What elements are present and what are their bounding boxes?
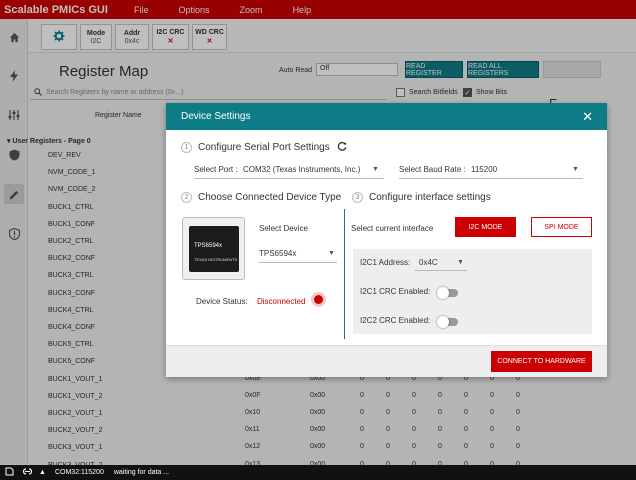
dialog-header: Device Settings ✕ (166, 103, 607, 130)
status-dot-core (314, 295, 323, 304)
device-status-value: Disconnected (257, 297, 306, 306)
field-underline (259, 262, 337, 263)
step-title: Configure Serial Port Settings (198, 142, 330, 153)
dialog-title: Device Settings (181, 111, 251, 122)
plug-icon[interactable] (22, 468, 33, 477)
chevron-up-icon[interactable]: ▲ (39, 469, 46, 476)
device-settings-dialog: Device Settings ✕ 1 Configure Serial Por… (166, 103, 607, 377)
close-icon[interactable]: ✕ (582, 109, 593, 125)
step-number: 1 (181, 142, 192, 153)
chip-brand: TEXAS INSTRUMENTS (194, 257, 238, 262)
i2c-config-panel: I2C1 Address: 0x4C ▼ I2C1 CRC Enabled: I… (353, 249, 592, 334)
chevron-down-icon[interactable]: ▼ (457, 259, 464, 266)
chevron-down-icon[interactable]: ▼ (572, 166, 579, 173)
port-status: COM32:115200 (54, 469, 104, 476)
step-device-type: 2 Choose Connected Device Type (181, 192, 341, 203)
i2c2-crc-label: I2C2 CRC Enabled: (360, 316, 431, 325)
select-device-value[interactable]: TPS6594x (259, 249, 296, 258)
field-underline (194, 178, 384, 179)
toggle-knob (437, 316, 449, 328)
chip-image: TPS6594x TEXAS INSTRUMENTS (189, 226, 239, 272)
i2c1-crc-toggle[interactable] (437, 287, 458, 299)
select-port-label: Select Port : (194, 165, 238, 174)
i2c2-crc-toggle[interactable] (437, 316, 458, 328)
field-underline (399, 178, 583, 179)
chevron-down-icon[interactable]: ▼ (328, 250, 335, 257)
toggle-knob (437, 287, 449, 299)
connection-message: waiting for data ... (113, 469, 170, 476)
refresh-icon[interactable] (337, 141, 347, 154)
select-port-value[interactable]: COM32 (Texas Instruments, Inc.) (243, 165, 360, 174)
step-interface: 3 Configure interface settings (352, 192, 491, 203)
select-device-label: Select Device (259, 224, 308, 233)
document-icon[interactable] (5, 467, 14, 478)
step-title: Choose Connected Device Type (198, 192, 342, 203)
i2c1-address-value[interactable]: 0x4C (419, 258, 438, 267)
step-number: 2 (181, 192, 192, 203)
device-status-label: Device Status: (196, 297, 248, 306)
connect-to-hardware-button[interactable]: CONNECT TO HARDWARE (491, 351, 592, 372)
field-underline (415, 270, 467, 271)
spi-mode-button[interactable]: SPI MODE (531, 217, 592, 237)
i2c1-crc-label: I2C1 CRC Enabled: (360, 287, 431, 296)
bottom-status-bar: ▲ COM32:115200 waiting for data ... (0, 465, 636, 480)
dialog-footer: CONNECT TO HARDWARE (166, 345, 607, 377)
status-dot-icon (311, 292, 326, 307)
chevron-down-icon[interactable]: ▼ (372, 166, 379, 173)
select-interface-label: Select current interface (351, 224, 434, 233)
select-baud-value[interactable]: 115200 (471, 165, 497, 174)
step-title: Configure interface settings (369, 192, 491, 203)
section-divider (344, 209, 345, 339)
i2c-mode-button[interactable]: I2C MODE (455, 217, 516, 237)
chip-part-number: TPS6594x (194, 243, 223, 249)
device-image: TPS6594x TEXAS INSTRUMENTS (182, 217, 245, 280)
step-serial-port: 1 Configure Serial Port Settings (181, 141, 347, 154)
step-number: 3 (352, 192, 363, 203)
i2c1-address-label: I2C1 Address: (360, 258, 411, 267)
select-baud-label: Select Baud Rate : (399, 165, 466, 174)
